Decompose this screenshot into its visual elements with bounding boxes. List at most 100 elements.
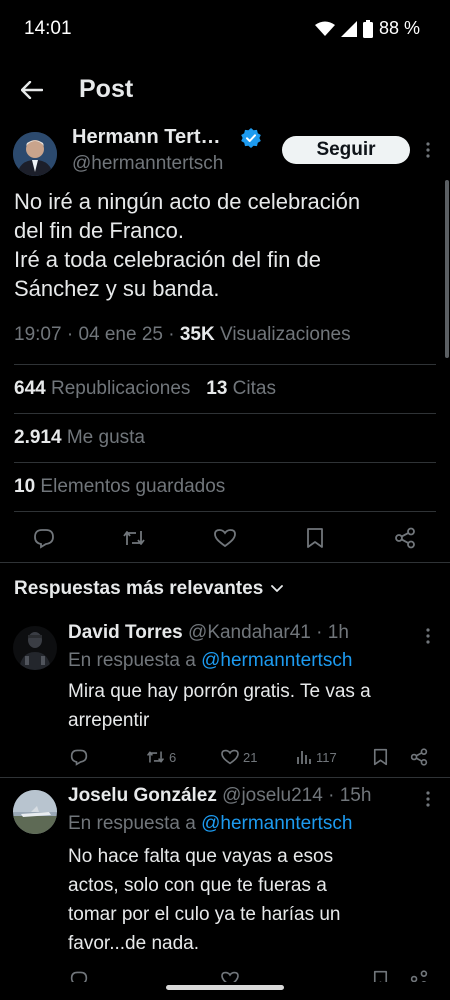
- views-label: Visualizaciones: [220, 324, 351, 345]
- reply-share-button[interactable]: [410, 746, 428, 768]
- signal-icon: [340, 20, 357, 37]
- more-options-icon[interactable]: [418, 626, 438, 646]
- divider: [14, 511, 436, 512]
- battery-percent: 88 %: [378, 18, 420, 38]
- reply-to-line: En respuesta a @hermanntertsch: [68, 650, 352, 672]
- author-avatar[interactable]: [13, 132, 57, 176]
- divider: [14, 462, 436, 463]
- reply-reply-button[interactable]: [70, 746, 88, 768]
- reply-time[interactable]: 1h: [328, 622, 349, 643]
- quotes-count: 13: [206, 378, 228, 399]
- reply-text-line: actos, solo con que te fueras a: [68, 875, 327, 896]
- reply-icon: [70, 749, 88, 766]
- reply-views-count: 117: [316, 749, 337, 765]
- bookmarks-count: 10: [14, 476, 36, 497]
- reply-repost-count: 6: [169, 749, 177, 765]
- divider: [0, 562, 450, 563]
- bookmark-icon: [373, 748, 388, 766]
- bookmark-icon: [373, 970, 388, 982]
- home-indicator[interactable]: [166, 985, 284, 990]
- like-icon: [221, 971, 239, 982]
- verified-badge-icon: [241, 128, 261, 153]
- reply-icon[interactable]: [32, 526, 56, 550]
- reply-author-handle[interactable]: @joselu214: [222, 785, 323, 806]
- reply-to-mention[interactable]: @hermanntertsch: [201, 650, 352, 671]
- reply-header: David Torres @Kandahar41 · 1h: [68, 622, 349, 644]
- reply-like-count: 21: [243, 749, 258, 765]
- repost-icon[interactable]: [122, 526, 146, 550]
- reply-bookmark-button[interactable]: [373, 746, 388, 768]
- reply-reply-button[interactable]: [70, 968, 88, 982]
- divider: [14, 413, 436, 414]
- top-header: Post: [0, 60, 450, 120]
- follow-button[interactable]: Seguir: [282, 136, 410, 164]
- reply-views-button[interactable]: 117: [296, 746, 337, 768]
- likes-count: 2.914: [14, 427, 62, 448]
- reply-like-button[interactable]: [221, 968, 239, 982]
- reply-avatar[interactable]: [13, 790, 57, 834]
- like-icon: [221, 749, 239, 765]
- repost-icon: [146, 751, 165, 763]
- back-button[interactable]: [16, 74, 48, 106]
- reposts-label: Republicaciones: [50, 378, 191, 399]
- tweet-author: Hermann Tert… @hermanntertsch Seguir: [0, 120, 450, 188]
- more-options-icon[interactable]: [418, 140, 438, 160]
- quotes-stat[interactable]: 13 Citas: [206, 378, 276, 399]
- reply-author-handle[interactable]: @Kandahar41: [188, 622, 311, 643]
- likes-stat[interactable]: 2.914 Me gusta: [14, 427, 145, 449]
- reposts-stat[interactable]: 644 Republicaciones: [14, 378, 190, 399]
- reply-avatar[interactable]: [13, 626, 57, 670]
- reply-item[interactable]: Joselu González @joselu214 · 15h En resp…: [0, 778, 450, 1000]
- share-icon[interactable]: [393, 526, 417, 550]
- battery-icon: [362, 19, 373, 38]
- reply-text-line: favor...de nada.: [68, 933, 199, 954]
- author-name[interactable]: Hermann Tert…: [72, 126, 221, 149]
- reply-share-button[interactable]: [410, 968, 428, 982]
- reply-to-prefix: En respuesta a: [68, 650, 196, 671]
- scrollbar-thumb[interactable]: [445, 180, 449, 358]
- more-options-icon[interactable]: [418, 789, 438, 809]
- status-icons: 88 %: [314, 18, 420, 39]
- bookmark-icon[interactable]: [303, 526, 327, 550]
- separator-dot: ·: [322, 785, 340, 806]
- reply-text: Mira que hay porrón gratis. Te vas a arr…: [68, 677, 428, 735]
- tweet-text: No iré a ningún acto de celebración del …: [14, 187, 434, 303]
- wifi-icon: [314, 21, 335, 37]
- tweet-date[interactable]: 04 ene 25: [78, 324, 163, 345]
- replies-sort-dropdown[interactable]: Respuestas más relevantes: [14, 578, 284, 600]
- reply-text: No hace falta que vayas a esos actos, so…: [68, 842, 428, 958]
- reply-text-line: tomar por el culo ya te harías un: [68, 904, 341, 925]
- reply-to-prefix: En respuesta a: [68, 813, 196, 834]
- reply-author-name[interactable]: David Torres: [68, 622, 183, 643]
- likes-label: Me gusta: [66, 427, 145, 448]
- reply-to-mention[interactable]: @hermanntertsch: [201, 813, 352, 834]
- reply-repost-button[interactable]: 6: [146, 746, 176, 768]
- author-handle[interactable]: @hermanntertsch: [72, 153, 223, 175]
- reply-action-bar: [68, 968, 438, 982]
- reply-text-line: No hace falta que vayas a esos: [68, 846, 334, 867]
- divider: [14, 364, 436, 365]
- reposts-count: 644: [14, 378, 46, 399]
- reply-action-bar: 6 21 117: [68, 746, 438, 770]
- reposts-quotes-row: 644 Republicaciones 13 Citas: [14, 378, 276, 400]
- bookmarks-label: Elementos guardados: [40, 476, 226, 497]
- separator-dot: ·: [310, 622, 328, 643]
- tweet-text-line: Sánchez y su banda.: [14, 276, 220, 301]
- reply-bookmark-button[interactable]: [373, 968, 388, 982]
- reply-time[interactable]: 15h: [340, 785, 372, 806]
- reply-author-name[interactable]: Joselu González: [68, 785, 217, 806]
- reply-item[interactable]: David Torres @Kandahar41 · 1h En respues…: [0, 612, 450, 777]
- like-icon[interactable]: [213, 526, 237, 550]
- reply-text-line: arrepentir: [68, 710, 150, 731]
- reply-text-line: Mira que hay porrón gratis. Te vas a: [68, 681, 371, 702]
- chevron-down-icon: [271, 585, 284, 592]
- tweet-time[interactable]: 19:07: [14, 324, 62, 345]
- reply-like-button[interactable]: 21: [221, 746, 257, 768]
- share-icon: [410, 748, 428, 766]
- status-bar: 14:01 88 %: [0, 0, 450, 56]
- quotes-label: Citas: [232, 378, 276, 399]
- share-icon: [410, 970, 428, 982]
- page-title: Post: [79, 75, 134, 103]
- tweet-text-line: del fin de Franco.: [14, 218, 184, 243]
- bookmarks-stat[interactable]: 10 Elementos guardados: [14, 476, 225, 498]
